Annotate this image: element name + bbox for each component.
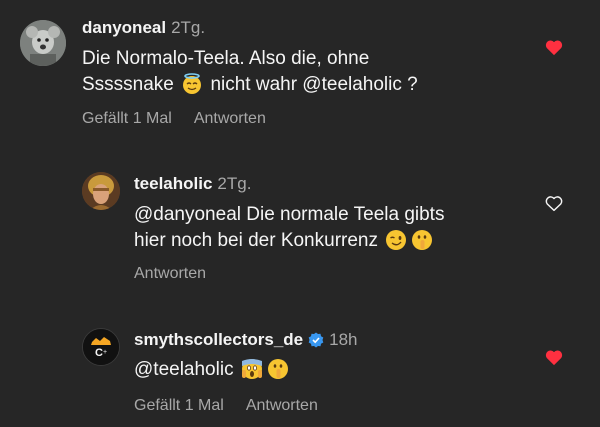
- comment-actions: Gefällt 1 Mal Antworten: [82, 110, 288, 128]
- reply-button[interactable]: Antworten: [134, 265, 206, 282]
- username[interactable]: teelaholic: [134, 174, 212, 193]
- avatar-teelaholic[interactable]: [82, 172, 120, 210]
- comment-actions: Gefällt 1 Mal Antworten: [134, 397, 340, 415]
- comment-header: danyoneal 2Tg.: [82, 18, 205, 38]
- screaming-face-emoji: [241, 358, 263, 388]
- comment-line: @danyoneal Die normale Teela gibts: [134, 204, 445, 225]
- heart-outline-icon[interactable]: [544, 194, 564, 217]
- heart-filled-icon[interactable]: [544, 348, 564, 371]
- svg-text:C: C: [95, 347, 103, 359]
- comment-header: smythscollectors_de 18h: [134, 330, 358, 353]
- likes-count[interactable]: Gefällt 1 Mal: [82, 110, 172, 127]
- comment-line: hier noch bei der Konkurrenz: [134, 228, 444, 259]
- shushing-face-emoji: [411, 229, 433, 259]
- timestamp: 2Tg.: [217, 174, 252, 193]
- timestamp: 2Tg.: [171, 18, 206, 37]
- heart-filled-icon[interactable]: [544, 38, 564, 61]
- svg-text:+: +: [103, 349, 107, 356]
- verified-badge-icon: [308, 332, 324, 353]
- comment-text: @teelaholic: [134, 357, 291, 388]
- timestamp: 18h: [329, 330, 358, 349]
- likes-count[interactable]: Gefällt 1 Mal: [134, 397, 224, 414]
- username[interactable]: smythscollectors_de: [134, 330, 303, 349]
- username[interactable]: danyoneal: [82, 18, 166, 37]
- winking-face-emoji: [385, 229, 407, 259]
- avatar-smythscollectors[interactable]: C +: [82, 328, 120, 366]
- reply-button[interactable]: Antworten: [194, 110, 266, 127]
- shushing-face-emoji: [267, 358, 289, 388]
- comment-actions: Antworten: [134, 265, 228, 283]
- avatar-danyoneal[interactable]: [20, 20, 66, 66]
- comment-line: Sssssnake nicht wahr @teelaholic ?: [82, 72, 418, 103]
- halo-face-emoji: [181, 73, 203, 103]
- comment-line: Die Normalo-Teela. Also die, ohne: [82, 48, 370, 69]
- comment-header: teelaholic 2Tg.: [134, 174, 251, 194]
- comment-text: Die Normalo-Teela. Also die, ohne Sssssn…: [82, 46, 418, 103]
- reply-button[interactable]: Antworten: [246, 397, 318, 414]
- comment-line: @teelaholic: [134, 357, 291, 388]
- comment-text: @danyoneal Die normale Teela gibts hier …: [134, 202, 444, 259]
